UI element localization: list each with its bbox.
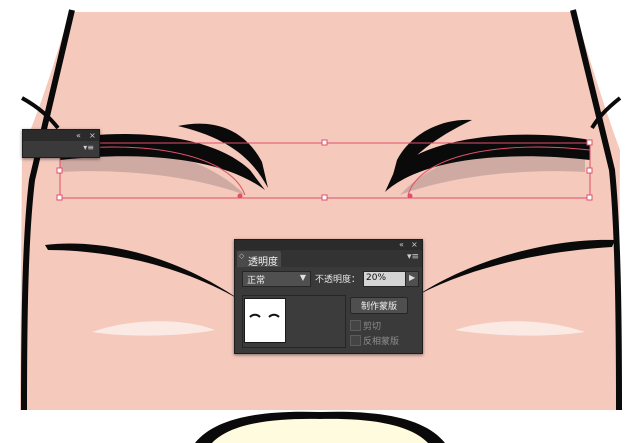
tab-row: ◇ 透明度 ▾≡ (235, 250, 422, 268)
transparency-panel[interactable]: « × ◇ 透明度 ▾≡ 正常 ▼ 不透明度： 20% ▶ 制作蒙版 剪切 反相… (234, 239, 423, 354)
tab-label: 透明度 (248, 257, 278, 268)
close-icon[interactable]: × (89, 130, 96, 141)
tab-transparency[interactable]: ◇ 透明度 (237, 251, 281, 268)
artwork-thumbnail[interactable] (244, 298, 286, 343)
tab-options-icon[interactable]: ◇ (239, 253, 244, 260)
make-mask-button[interactable]: 制作蒙版 (350, 297, 408, 314)
collapse-icon[interactable]: « (399, 239, 404, 250)
clip-checkbox[interactable] (350, 320, 361, 331)
invert-mask-checkbox[interactable] (350, 335, 361, 346)
artboard-canvas[interactable] (0, 0, 640, 443)
thumbnail-preview (249, 313, 280, 318)
panel-menu-icon[interactable]: ▾≡ (407, 252, 419, 262)
chevron-down-icon: ▼ (299, 273, 306, 282)
collapsed-panel[interactable]: « × ▾≡ (22, 129, 100, 158)
make-mask-label: 制作蒙版 (360, 302, 397, 312)
opacity-input[interactable]: 20% (363, 271, 406, 287)
opacity-label: 不透明度： (315, 275, 361, 285)
collapsed-panel-titlebar[interactable]: « × (23, 130, 99, 141)
opacity-value: 20% (366, 273, 387, 283)
panel-menu-icon[interactable]: ▾≡ (83, 143, 94, 152)
opacity-slider-button[interactable]: ▶ (405, 271, 419, 287)
panel-titlebar[interactable]: « × (235, 240, 422, 250)
blend-mode-value: 正常 (247, 276, 266, 286)
blend-mode-select[interactable]: 正常 ▼ (242, 271, 311, 287)
clip-label: 剪切 (363, 322, 382, 332)
close-icon[interactable]: × (411, 239, 418, 250)
mask-preview-area (242, 295, 346, 348)
collapse-icon[interactable]: « (76, 130, 81, 141)
arrow-right-icon: ▶ (409, 273, 416, 282)
invert-mask-label: 反相蒙版 (363, 337, 400, 347)
